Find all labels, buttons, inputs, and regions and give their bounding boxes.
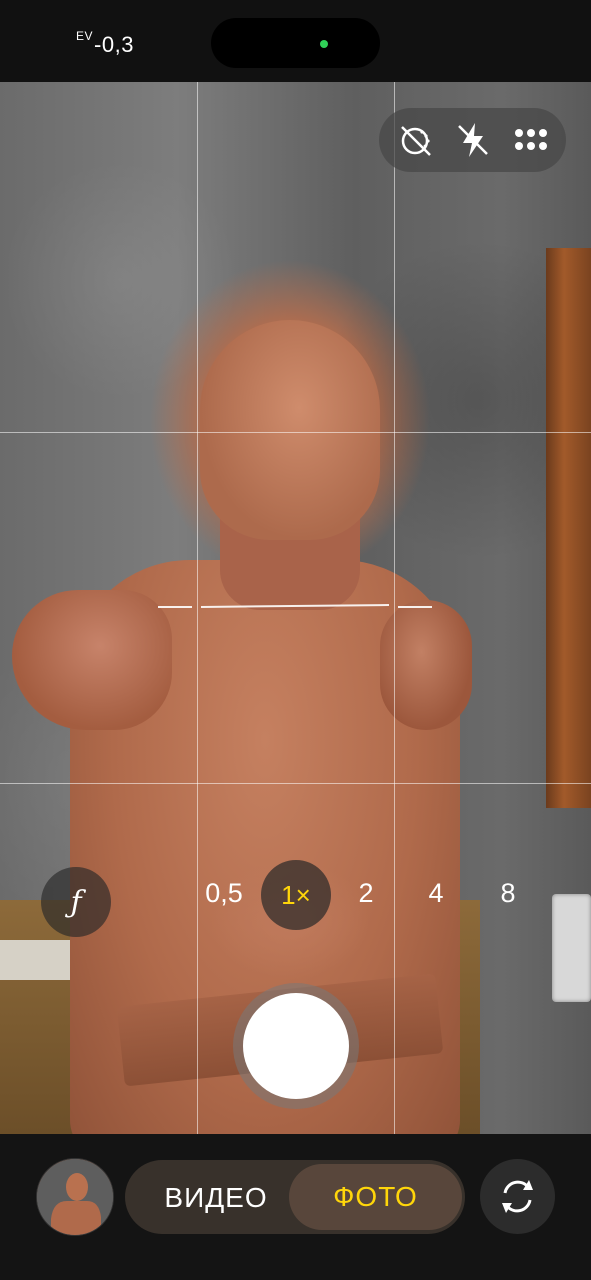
mode-video[interactable]: ВИДЕО bbox=[155, 1176, 277, 1220]
aperture-button[interactable]: ƒ bbox=[41, 867, 111, 937]
zoom-4[interactable]: 4 bbox=[406, 878, 466, 909]
level-indicator-left bbox=[158, 606, 192, 608]
zoom-0-5[interactable]: 0,5 bbox=[194, 878, 254, 909]
camera-in-use-dot bbox=[320, 40, 328, 48]
live-photo-off-icon[interactable] bbox=[394, 118, 438, 162]
exposure-value[interactable]: EV-0,3 bbox=[76, 28, 134, 58]
dynamic-island bbox=[211, 18, 380, 68]
grid-line-h1 bbox=[0, 432, 591, 433]
last-photo-thumbnail[interactable] bbox=[36, 1158, 114, 1236]
dummy-head bbox=[200, 320, 380, 540]
light-switch bbox=[552, 894, 591, 1002]
zoom-2[interactable]: 2 bbox=[336, 878, 396, 909]
ev-value: -0,3 bbox=[94, 32, 134, 57]
mode-photo-selected[interactable]: ФОТО bbox=[289, 1164, 462, 1230]
level-indicator-right bbox=[398, 606, 432, 608]
grid-line-h2 bbox=[0, 783, 591, 784]
flip-camera-icon bbox=[502, 1180, 533, 1213]
shutter-button[interactable] bbox=[243, 993, 349, 1099]
grid-line-v2 bbox=[394, 82, 395, 1134]
more-options-icon[interactable] bbox=[509, 118, 553, 162]
dummy-left-shoulder bbox=[12, 590, 172, 730]
zoom-8[interactable]: 8 bbox=[478, 878, 538, 909]
aperture-icon: ƒ bbox=[70, 884, 82, 920]
zoom-1x-active[interactable]: 1× bbox=[261, 860, 331, 930]
flip-camera-button[interactable] bbox=[480, 1159, 555, 1234]
door-frame bbox=[546, 248, 591, 808]
ev-prefix: EV bbox=[76, 28, 94, 43]
flash-off-icon[interactable] bbox=[451, 118, 495, 162]
grid-line-v1 bbox=[197, 82, 198, 1134]
